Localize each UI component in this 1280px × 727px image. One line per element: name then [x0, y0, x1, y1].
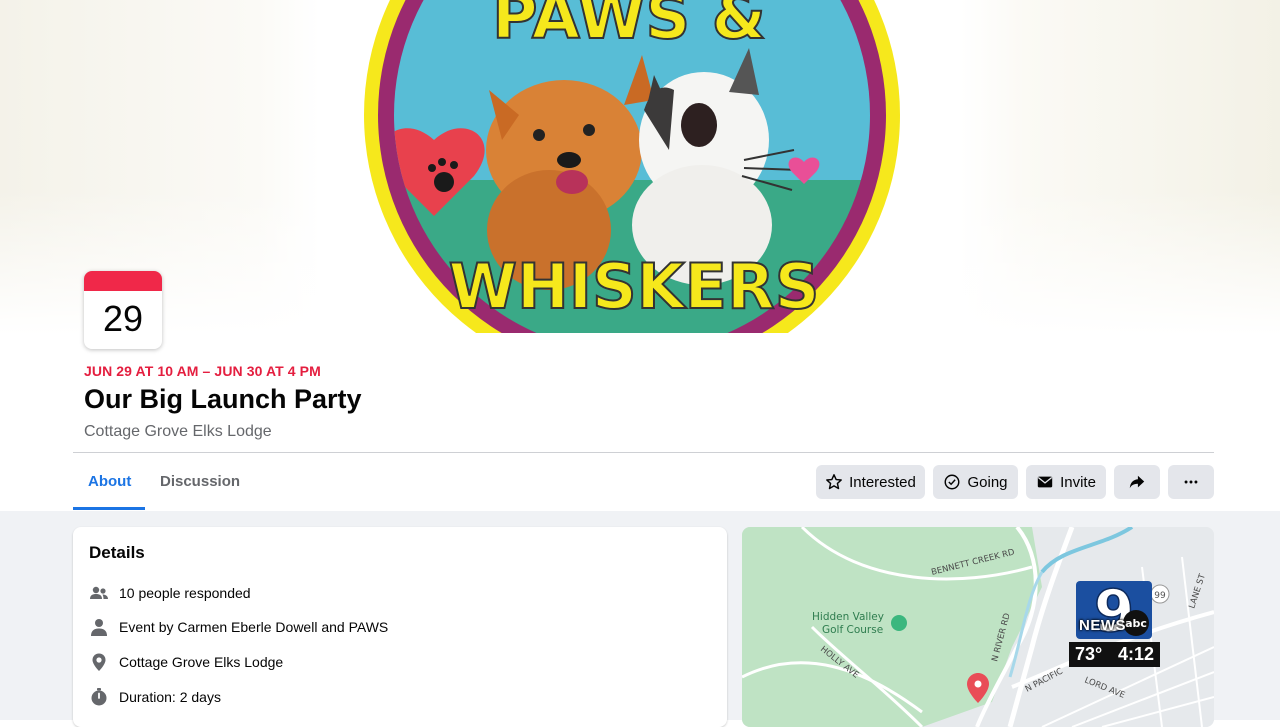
- envelope-icon: [1037, 476, 1053, 488]
- logo-bottom-text: WHISKERS: [449, 250, 820, 323]
- time-readout: 4:12: [1117, 644, 1154, 664]
- share-button[interactable]: [1114, 465, 1160, 499]
- event-title: Our Big Launch Party: [84, 384, 362, 414]
- person-icon: [89, 617, 109, 637]
- map-pin-icon: [89, 652, 109, 672]
- more-icon: [1184, 480, 1198, 484]
- more-options-button[interactable]: [1168, 465, 1214, 499]
- host-and: and: [317, 619, 349, 635]
- host-link-carmen[interactable]: Carmen Eberle Dowell: [177, 619, 317, 635]
- place-link[interactable]: Cottage Grove Elks Lodge: [119, 654, 283, 670]
- network-logo: abc: [1125, 617, 1147, 630]
- channel-number: 9: [1094, 577, 1134, 645]
- calendar-day: 29: [102, 298, 144, 339]
- news-ticker-bar: 73° 4:12: [1069, 642, 1160, 667]
- host-row: Event by Carmen Eberle Dowell and PAWS: [89, 617, 388, 637]
- cover-photo[interactable]: PAWS & WHISKERS: [324, 0, 962, 333]
- details-card: Details 10 people responded Event by Car…: [73, 527, 727, 727]
- tab-discussion[interactable]: Discussion: [160, 473, 240, 490]
- paws-whiskers-logo: PAWS & WHISKERS: [364, 0, 900, 333]
- invite-button[interactable]: Invite: [1026, 465, 1106, 499]
- map-label-golf2: Golf Course: [822, 624, 883, 636]
- duration-row: Duration: 2 days: [89, 687, 221, 707]
- duration-text: Duration: 2 days: [119, 689, 221, 705]
- share-icon: [1129, 475, 1145, 489]
- event-date-range: JUN 29 AT 10 AM – JUN 30 AT 4 PM: [84, 363, 321, 379]
- calendar-badge: 29: [84, 271, 162, 349]
- header-divider: [73, 452, 1214, 453]
- tab-about[interactable]: About: [88, 473, 131, 490]
- map-label-golf: Hidden Valley: [812, 611, 884, 623]
- stopwatch-icon: [89, 687, 109, 707]
- responded-text: 10 people responded: [119, 585, 251, 601]
- news-label: NEWS: [1079, 617, 1126, 634]
- logo-top-text: PAWS &: [492, 0, 766, 53]
- calendar-header: [84, 271, 162, 291]
- responded-row: 10 people responded: [89, 583, 251, 603]
- event-by-prefix: Event by: [119, 619, 178, 635]
- going-label: Going: [967, 473, 1008, 491]
- host-link-paws[interactable]: PAWS: [349, 619, 389, 635]
- invite-label: Invite: [1060, 473, 1096, 491]
- temperature-readout: 73°: [1075, 644, 1103, 664]
- people-icon: [89, 583, 109, 603]
- details-heading: Details: [89, 543, 145, 562]
- going-button[interactable]: Going: [933, 465, 1018, 499]
- active-tab-indicator: [73, 507, 145, 510]
- interested-label: Interested: [849, 473, 916, 491]
- check-circle-icon: [945, 474, 960, 490]
- star-icon: [826, 474, 843, 490]
- event-location-link[interactable]: Cottage Grove Elks Lodge: [84, 423, 272, 441]
- place-row: Cottage Grove Elks Lodge: [89, 652, 283, 672]
- interested-button[interactable]: Interested: [816, 465, 925, 499]
